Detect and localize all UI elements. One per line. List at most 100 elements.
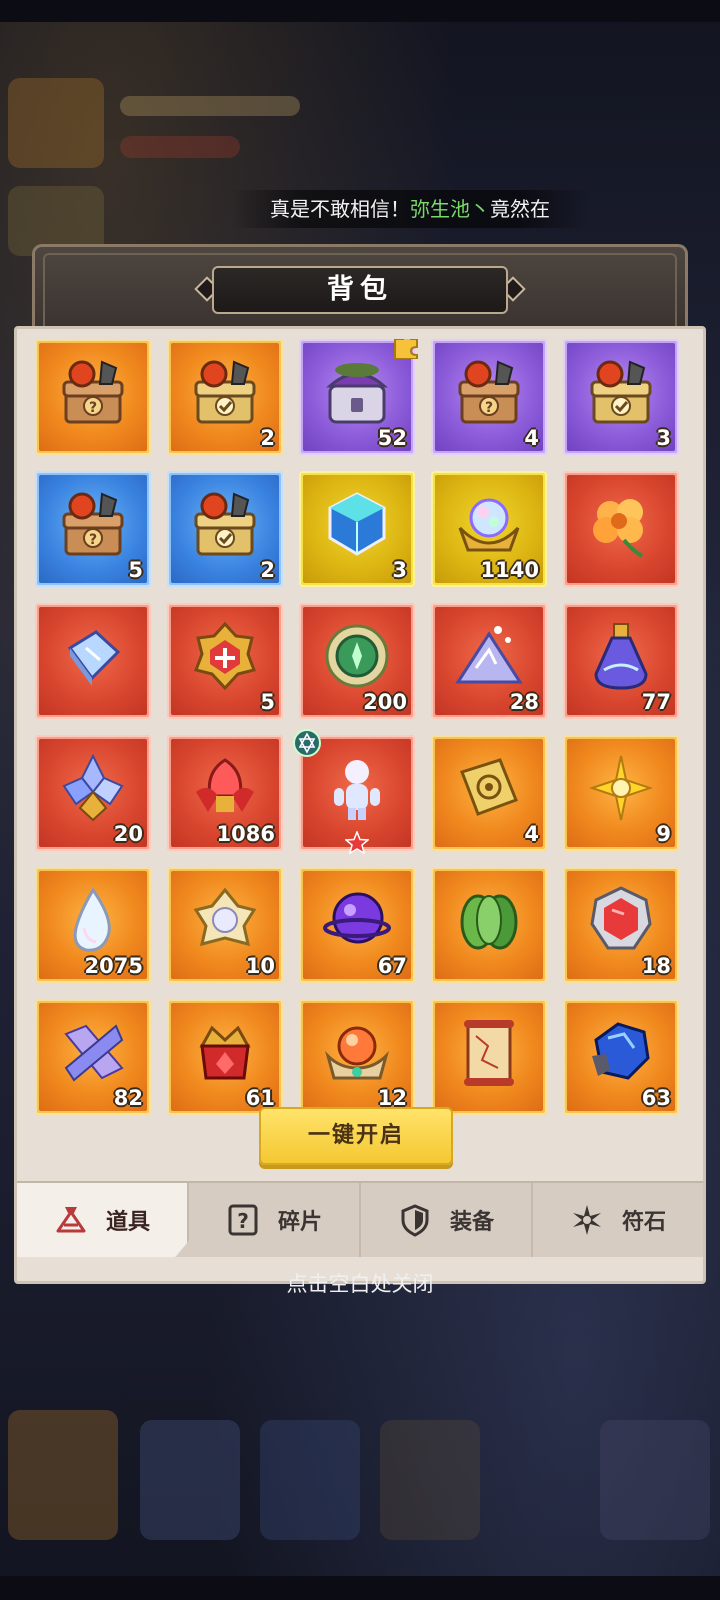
item-quantity: 82: [113, 1086, 143, 1110]
item-slot[interactable]: ?: [35, 339, 151, 455]
item-slot[interactable]: 3: [299, 471, 415, 587]
item-slot-bg: 3: [567, 343, 675, 451]
crystal-cube-icon: [328, 491, 386, 556]
item-slot-bg: [435, 871, 543, 979]
mystery-chest-icon: ?: [62, 492, 124, 556]
red-emblem-icon: [194, 621, 256, 690]
red-flame-crown-icon: [199, 1025, 251, 1080]
item-quantity: 28: [509, 690, 539, 714]
rainbow-pearl-crown-icon: [458, 498, 520, 552]
item-slot-bg: 18: [567, 871, 675, 979]
tab-items[interactable]: 道具: [17, 1183, 189, 1257]
item-slot-bg: 10: [171, 871, 279, 979]
item-slot[interactable]: 67: [299, 867, 415, 983]
crystal-shards-icon: [64, 1024, 124, 1082]
shield-icon: [401, 1204, 429, 1237]
tab-runes-label: 符石: [621, 1210, 666, 1235]
news-ticker: 真是不敢相信！弥生池丶竟然在: [230, 190, 590, 228]
item-slot[interactable]: 28: [431, 603, 547, 719]
svg-text:?: ?: [485, 400, 493, 416]
item-slot-bg: 82: [39, 1003, 147, 1111]
item-slot-bg: 61: [171, 1003, 279, 1111]
item-quantity: 52: [377, 426, 407, 450]
item-slot-bg: 1086: [171, 739, 279, 847]
item-slot[interactable]: [293, 729, 415, 855]
item-slot[interactable]: 2: [167, 471, 283, 587]
ticker-suffix: 竟然在: [490, 197, 550, 221]
item-slot[interactable]: 2075: [35, 867, 151, 983]
item-slot-bg: 52: [303, 343, 411, 451]
item-slot-bg: 20: [39, 739, 147, 847]
item-slot[interactable]: 200: [299, 603, 415, 719]
tab-fragments[interactable]: ? 碎片: [189, 1183, 361, 1257]
item-quantity: 1086: [216, 822, 275, 846]
item-quantity: 18: [641, 954, 671, 978]
item-quantity: 9: [656, 822, 671, 846]
item-slot[interactable]: 4: [431, 735, 547, 851]
tab-equipment-label: 装备: [449, 1210, 494, 1235]
selector-chest-icon: [194, 360, 256, 424]
crystal-cluster-icon: [62, 753, 124, 822]
item-quantity: 3: [656, 426, 671, 450]
orange-flower-icon: [593, 498, 644, 558]
item-quantity: 63: [641, 1086, 671, 1110]
item-slot[interactable]: 9: [563, 735, 679, 851]
item-quantity: 4: [524, 426, 539, 450]
item-slot-bg: 9: [567, 739, 675, 847]
scroll-map-icon: [464, 1019, 514, 1086]
stardust-pile-icon: [455, 625, 523, 684]
item-slot[interactable]: 1086: [167, 735, 283, 851]
red-gem-icon: [590, 886, 652, 950]
item-slot[interactable]: [35, 603, 151, 719]
item-slot[interactable]: 5: [167, 603, 283, 719]
item-slot[interactable]: 52: [299, 339, 418, 455]
nav-bar: [0, 1576, 720, 1600]
item-slot[interactable]: ? 4: [431, 339, 547, 455]
item-slot[interactable]: 20: [35, 735, 151, 851]
item-slot-bg: [435, 1003, 543, 1111]
rune-star-icon: [572, 1205, 601, 1235]
item-quantity: 3: [392, 558, 407, 582]
svg-text:?: ?: [237, 1209, 249, 1233]
gold-book-icon: [460, 757, 518, 816]
item-slot[interactable]: 1140: [431, 471, 547, 587]
item-slot-bg: 2: [171, 343, 279, 451]
tab-runes[interactable]: 符石: [533, 1183, 703, 1257]
tab-equipment[interactable]: 装备: [361, 1183, 533, 1257]
item-slot-bg: 63: [567, 1003, 675, 1111]
item-slot[interactable]: 3: [563, 339, 679, 455]
item-slot[interactable]: [431, 867, 547, 983]
bag-tabs: 道具 ? 碎片 装备 符石: [17, 1181, 703, 1257]
item-slot[interactable]: 18: [563, 867, 679, 983]
item-slot[interactable]: 2: [167, 339, 283, 455]
item-slot[interactable]: [563, 471, 679, 587]
item-slot[interactable]: ? 5: [35, 471, 151, 587]
item-slot[interactable]: 10: [167, 867, 283, 983]
tab-fragments-label: 碎片: [277, 1210, 322, 1235]
item-quantity: 20: [113, 822, 143, 846]
mystery-chest-icon: ?: [62, 360, 124, 424]
item-slot-bg: 2: [171, 475, 279, 583]
hexagram-badge-icon: [293, 729, 321, 757]
item-slot[interactable]: 77: [563, 603, 679, 719]
item-slot[interactable]: 82: [35, 999, 151, 1115]
item-quantity: 200: [363, 690, 407, 714]
item-slot-bg: 28: [435, 607, 543, 715]
item-slot[interactable]: 12: [299, 999, 415, 1115]
purple-orb-icon: [323, 892, 391, 944]
red-star-icon: [345, 831, 369, 855]
open-all-button[interactable]: 一键开启: [259, 1107, 453, 1165]
item-slot[interactable]: 63: [563, 999, 679, 1115]
gold-sun-icon: [588, 755, 654, 820]
item-quantity: 77: [641, 690, 671, 714]
selector-chest-icon: [590, 360, 652, 424]
item-grid[interactable]: ? 2 52? 4 3? 5 2 3 1140 5 200 28 77 20 1086 4 9 2075 10 67 1…: [35, 339, 691, 1119]
item-slot[interactable]: [431, 999, 547, 1115]
white-gem-flower-icon: [193, 887, 257, 946]
item-slot-bg: 2075: [39, 871, 147, 979]
item-slot[interactable]: 61: [167, 999, 283, 1115]
close-hint[interactable]: 点击空白处关闭: [0, 1268, 720, 1298]
red-crystal-flower-icon: [196, 757, 254, 812]
item-quantity: 4: [524, 822, 539, 846]
item-quantity: 2: [260, 426, 275, 450]
